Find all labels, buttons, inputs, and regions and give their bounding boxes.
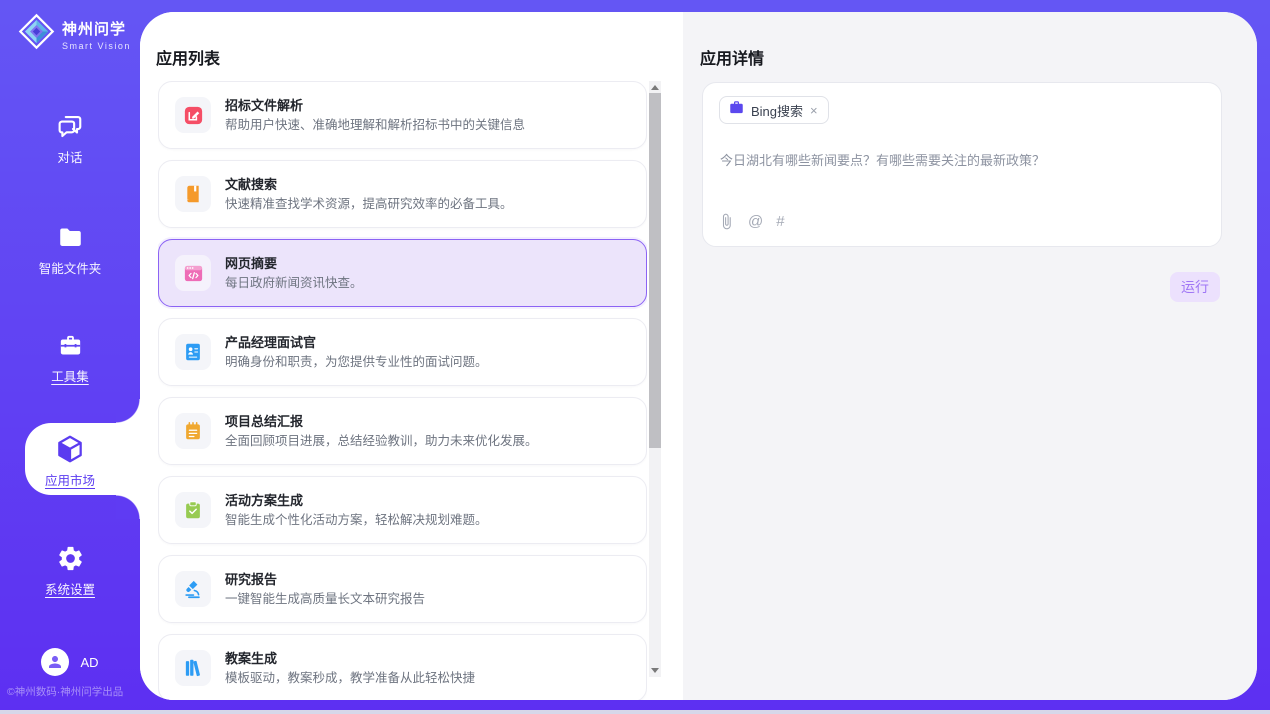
user-initials: AD <box>80 655 98 670</box>
bubble-curve-top <box>116 399 140 423</box>
app-desc: 明确身份和职责，为您提供专业性的面试问题。 <box>225 354 488 370</box>
sidebar-item-label: 智能文件夹 <box>39 258 102 277</box>
app-list-panel: 应用列表 招标文件解析帮助用户快速、准确地理解和解析招标书中的关键信息文献搜索快… <box>140 12 683 700</box>
app-desc: 帮助用户快速、准确地理解和解析招标书中的关键信息 <box>225 117 525 133</box>
main-panel: 应用列表 招标文件解析帮助用户快速、准确地理解和解析招标书中的关键信息文献搜索快… <box>140 12 1257 700</box>
hash-icon[interactable]: # <box>776 214 784 229</box>
clipboard-icon <box>175 492 211 528</box>
prompt-text[interactable]: 今日湖北有哪些新闻要点？有哪些需要关注的最新政策？ <box>720 152 1206 170</box>
scrollbar[interactable] <box>649 81 661 677</box>
user-account[interactable]: AD <box>0 648 140 676</box>
brand-name: 神州问学 <box>62 18 131 39</box>
at-icon[interactable]: @ <box>748 214 763 229</box>
tool-tag-label: Bing搜索 <box>751 101 803 120</box>
sidebar-item-label: 应用市场 <box>45 470 95 489</box>
edit-icon <box>175 97 211 133</box>
app-title: 研究报告 <box>225 571 425 588</box>
attachment-toolbar: @ # <box>718 213 785 230</box>
copyright-text: ©神州数码·神州问学出品 <box>7 684 140 699</box>
paperclip-icon[interactable] <box>718 213 735 230</box>
window-bottom-edge <box>0 710 1270 714</box>
book-icon <box>175 176 211 212</box>
brand-subtitle: Smart Vision <box>62 41 131 51</box>
app-list-title: 应用列表 <box>156 45 220 69</box>
sidebar-item-label: 对话 <box>57 147 82 166</box>
app-card-list: 招标文件解析帮助用户快速、准确地理解和解析招标书中的关键信息文献搜索快速精准查找… <box>158 81 647 700</box>
app-card[interactable]: 产品经理面试官明确身份和职责，为您提供专业性的面试问题。 <box>158 318 647 386</box>
sidebar-item-label: 工具集 <box>51 366 89 385</box>
app-title: 项目总结汇报 <box>225 413 538 430</box>
app-detail-panel: 应用详情 Bing搜索 × 今日湖北有哪些新闻要点？有哪些需要关注的最新政策？ … <box>683 12 1257 700</box>
microscope-icon <box>175 571 211 607</box>
books-icon <box>175 650 211 686</box>
app-card[interactable]: 活动方案生成智能生成个性化活动方案，轻松解决规划难题。 <box>158 476 647 544</box>
app-desc: 模板驱动，教案秒成，教学准备从此轻松快捷 <box>225 670 475 686</box>
gear-icon <box>56 542 85 574</box>
sidebar-item-settings[interactable]: 系统设置 <box>0 542 140 598</box>
sidebar-item-smart-folder[interactable]: 智能文件夹 <box>0 221 140 277</box>
chat-icon <box>55 110 85 142</box>
app-desc: 每日政府新闻资讯快查。 <box>225 275 363 291</box>
app-card[interactable]: 网页摘要每日政府新闻资讯快查。 <box>158 239 647 307</box>
app-title: 教案生成 <box>225 650 475 667</box>
toolbox-icon <box>56 329 85 361</box>
app-title: 活动方案生成 <box>225 492 488 509</box>
app-title: 产品经理面试官 <box>225 334 488 351</box>
app-desc: 智能生成个性化活动方案，轻松解决规划难题。 <box>225 512 488 528</box>
app-desc: 一键智能生成高质量长文本研究报告 <box>225 591 425 607</box>
briefcase-icon <box>729 100 744 120</box>
sidebar-item-toolset[interactable]: 工具集 <box>0 329 140 385</box>
notepad-icon <box>175 413 211 449</box>
bubble-curve-bottom <box>116 495 140 519</box>
sidebar-item-chat[interactable]: 对话 <box>0 110 140 166</box>
app-card[interactable]: 文献搜索快速精准查找学术资源，提高研究效率的必备工具。 <box>158 160 647 228</box>
scrollbar-thumb[interactable] <box>649 93 661 448</box>
sidebar-item-app-market[interactable]: 应用市场 <box>0 433 140 489</box>
app-card[interactable]: 项目总结汇报全面回顾项目进展，总结经验教训，助力未来优化发展。 <box>158 397 647 465</box>
webpage-icon <box>175 255 211 291</box>
app-card[interactable]: 研究报告一键智能生成高质量长文本研究报告 <box>158 555 647 623</box>
sidebar: 神州问学 Smart Vision 对话智能文件夹工具集应用市场系统设置 AD … <box>0 0 140 710</box>
app-title: 文献搜索 <box>225 176 513 193</box>
run-button[interactable]: 运行 <box>1170 272 1220 302</box>
scroll-down-arrow[interactable] <box>649 664 661 677</box>
app-card[interactable]: 招标文件解析帮助用户快速、准确地理解和解析招标书中的关键信息 <box>158 81 647 149</box>
cube-icon <box>54 433 86 465</box>
app-title: 招标文件解析 <box>225 97 525 114</box>
folder-icon <box>56 221 85 253</box>
app-title: 网页摘要 <box>225 255 363 272</box>
app-detail-title: 应用详情 <box>700 45 764 69</box>
app-desc: 全面回顾项目进展，总结经验教训，助力未来优化发展。 <box>225 433 538 449</box>
avatar <box>41 648 69 676</box>
brand-logo-icon <box>18 13 55 55</box>
sidebar-item-label: 系统设置 <box>45 579 95 598</box>
prompt-card: Bing搜索 × 今日湖北有哪些新闻要点？有哪些需要关注的最新政策？ @ # <box>702 82 1222 247</box>
app-window: 神州问学 Smart Vision 对话智能文件夹工具集应用市场系统设置 AD … <box>0 0 1270 714</box>
brand-logo: 神州问学 Smart Vision <box>18 13 131 55</box>
app-desc: 快速精准查找学术资源，提高研究效率的必备工具。 <box>225 196 513 212</box>
tool-tag[interactable]: Bing搜索 × <box>719 96 829 124</box>
resume-icon <box>175 334 211 370</box>
app-card[interactable]: 教案生成模板驱动，教案秒成，教学准备从此轻松快捷 <box>158 634 647 700</box>
tag-close-icon[interactable]: × <box>810 104 818 117</box>
